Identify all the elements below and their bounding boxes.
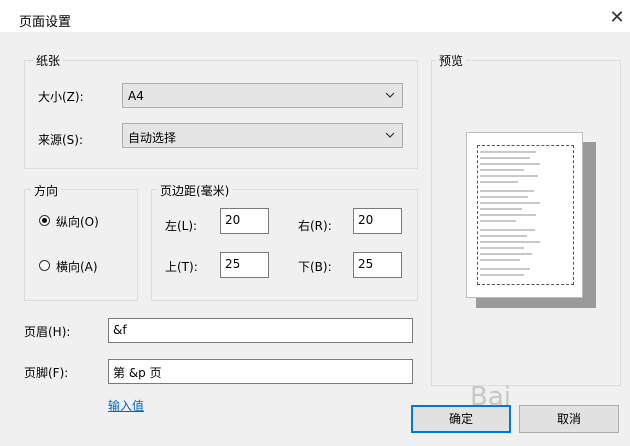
- chevron-down-icon: [385, 92, 395, 98]
- orientation-group-label: 方向: [31, 182, 62, 199]
- preview-text-line: [480, 274, 524, 276]
- watermark-logo: Bai: [470, 382, 511, 412]
- top-margin-value: 25: [225, 257, 241, 271]
- preview-text-line: [480, 163, 540, 165]
- preview-group-label: 预览: [436, 52, 467, 69]
- preview-text-line: [480, 151, 536, 153]
- left-margin-value: 20: [225, 213, 241, 227]
- preview-text-line: [480, 253, 532, 255]
- title-bar: 页面设置 ✕: [0, 6, 630, 32]
- preview-text-line: [480, 268, 530, 270]
- preview-text-line: [480, 241, 540, 243]
- size-select[interactable]: A4: [122, 83, 403, 108]
- source-value: 自动选择: [128, 131, 177, 145]
- portrait-label[interactable]: 纵向(O): [56, 213, 99, 230]
- bottom-margin-label: 下(B):: [298, 260, 332, 274]
- footer-input[interactable]: 第 &p 页: [108, 359, 413, 384]
- right-margin-label: 右(R):: [298, 219, 332, 233]
- top-margin-input[interactable]: 25: [220, 252, 269, 278]
- dialog-title: 页面设置: [19, 15, 72, 30]
- margins-group: [151, 189, 418, 301]
- margins-group-label: 页边距(毫米): [157, 182, 233, 199]
- footer-value: 第 &p 页: [113, 366, 162, 380]
- preview-text-line: [480, 208, 522, 210]
- size-value: A4: [128, 89, 144, 103]
- portrait-radio[interactable]: [39, 215, 50, 226]
- orientation-group: [24, 189, 138, 301]
- bottom-margin-value: 25: [358, 257, 374, 271]
- right-margin-value: 20: [358, 213, 374, 227]
- preview-text-line: [480, 169, 524, 171]
- header-value: &f: [113, 323, 127, 337]
- chevron-down-icon: [385, 132, 395, 138]
- landscape-radio[interactable]: [39, 260, 50, 271]
- source-label: 来源(S):: [38, 133, 84, 147]
- preview-text-line: [480, 247, 524, 249]
- source-select[interactable]: 自动选择: [122, 123, 403, 148]
- preview-text-line: [480, 214, 536, 216]
- preview-text-line: [480, 181, 518, 183]
- paper-group: [24, 60, 418, 169]
- close-icon[interactable]: ✕: [606, 7, 628, 29]
- left-margin-label: 左(L):: [165, 219, 198, 233]
- cancel-button[interactable]: 取消: [519, 405, 619, 433]
- preview-text-line: [480, 229, 535, 231]
- preview-text-line: [480, 235, 527, 237]
- preview-text-line: [480, 190, 534, 192]
- header-input[interactable]: &f: [108, 318, 413, 343]
- landscape-label[interactable]: 横向(A): [56, 258, 98, 275]
- footer-label: 页脚(F):: [24, 366, 69, 380]
- preview-text-line: [480, 259, 520, 261]
- preview-text-line: [480, 220, 516, 222]
- header-label: 页眉(H):: [24, 325, 71, 339]
- left-margin-input[interactable]: 20: [220, 208, 269, 234]
- input-values-link[interactable]: 输入值: [108, 397, 144, 414]
- preview-text-line: [480, 175, 538, 177]
- right-margin-input[interactable]: 20: [353, 208, 402, 234]
- bottom-margin-input[interactable]: 25: [353, 252, 402, 278]
- preview-text-line: [480, 202, 540, 204]
- paper-group-label: 纸张: [33, 52, 64, 69]
- top-margin-label: 上(T):: [165, 260, 198, 274]
- size-label: 大小(Z):: [38, 90, 84, 104]
- preview-text-line: [480, 157, 530, 159]
- preview-text-line: [480, 196, 528, 198]
- preview-page: [466, 132, 583, 298]
